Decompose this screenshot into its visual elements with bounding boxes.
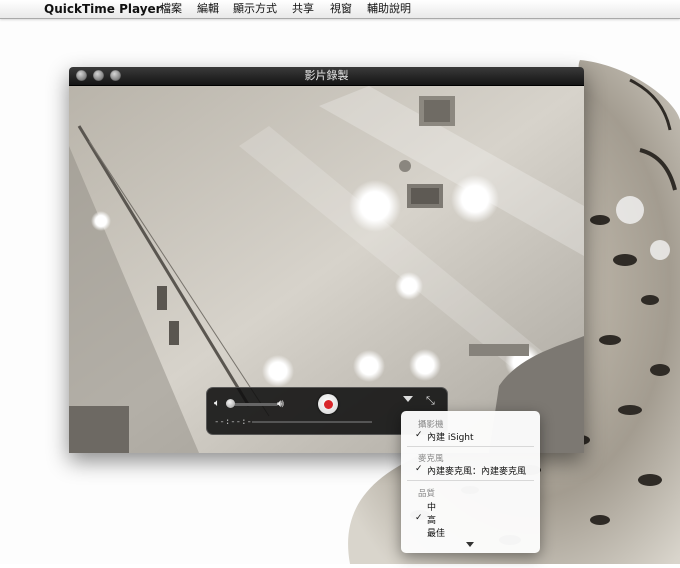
speaker-high-icon: 🔊︎: [277, 397, 284, 410]
menu-separator: [407, 480, 534, 481]
recording-progress-bar: [252, 421, 372, 423]
menu-edit[interactable]: 編輯: [197, 2, 219, 16]
volume-slider-knob[interactable]: [226, 399, 235, 408]
menu-separator: [407, 446, 534, 447]
menu-bar: QuickTime Player 檔案 編輯 顯示方式 共享 視窗 輔助說明: [0, 0, 680, 19]
microphone-header: 麥克風: [418, 454, 444, 464]
microphone-checkmark: ✓: [415, 464, 423, 474]
menu-item-quality-best[interactable]: 最佳: [427, 526, 445, 539]
menu-help[interactable]: 輔助說明: [367, 2, 411, 16]
menu-app-name[interactable]: QuickTime Player: [44, 2, 162, 16]
camera-checkmark: ✓: [415, 430, 423, 440]
fullscreen-icon[interactable]: ⤡: [426, 394, 435, 408]
menu-window[interactable]: 視窗: [330, 2, 352, 16]
menu-item-camera-isight[interactable]: 內建 iSight: [427, 430, 474, 443]
window-titlebar[interactable]: 影片錄製: [69, 67, 584, 86]
menu-file[interactable]: 檔案: [160, 2, 182, 16]
chevron-down-icon[interactable]: [403, 396, 413, 402]
scroll-down-arrow-icon[interactable]: [466, 542, 474, 547]
quality-header: 品質: [418, 489, 436, 499]
record-icon: [324, 400, 333, 409]
record-button[interactable]: [318, 394, 338, 414]
quality-checkmark: ✓: [415, 513, 423, 523]
recording-time: --:--:--: [214, 417, 258, 427]
menu-item-quality-high[interactable]: 高: [427, 513, 436, 526]
camera-header: 攝影機: [418, 420, 444, 430]
recording-options-menu: 攝影機 ✓ 內建 iSight 麥克風 ✓ 內建麥克風：內建麥克風 品質 中 ✓…: [401, 411, 540, 553]
menu-view[interactable]: 顯示方式: [233, 2, 277, 16]
menu-item-microphone[interactable]: 內建麥克風：內建麥克風: [427, 464, 526, 477]
speaker-low-icon: 🔈︎: [214, 398, 220, 409]
menu-share[interactable]: 共享: [292, 2, 314, 16]
window-title: 影片錄製: [304, 69, 349, 82]
menu-item-quality-medium[interactable]: 中: [427, 500, 436, 513]
